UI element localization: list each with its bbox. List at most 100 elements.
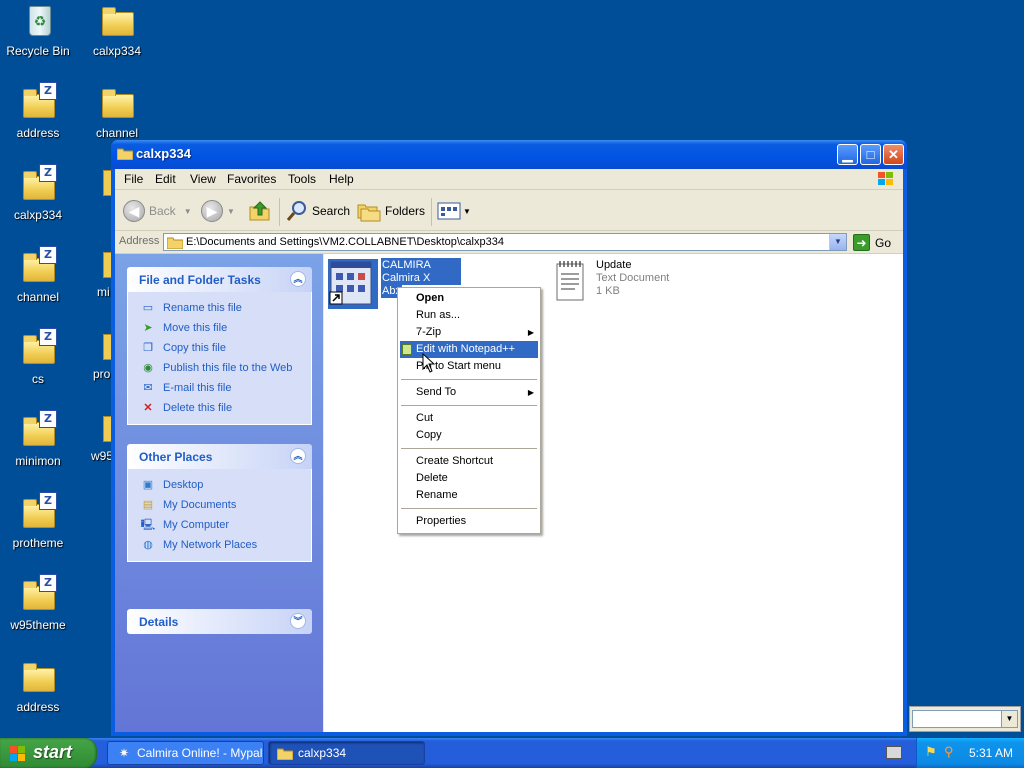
- copy-file-link[interactable]: ❐ Copy this file: [128, 338, 311, 358]
- copy-icon: ❐: [143, 342, 153, 354]
- menu-separator: [401, 448, 537, 449]
- menu-item-7zip[interactable]: 7-Zip ▶: [400, 324, 538, 341]
- text-document-icon: [556, 261, 584, 301]
- close-button[interactable]: ✕: [883, 144, 904, 165]
- views-button[interactable]: ▼: [437, 199, 471, 223]
- menu-item-copy[interactable]: Copy: [400, 427, 538, 444]
- menu-file[interactable]: File: [124, 172, 143, 186]
- taskbar-item-mypal[interactable]: ✷ Calmira Online! - Mypal: [107, 741, 264, 765]
- keyboard-language-icon[interactable]: [886, 746, 902, 759]
- desktop-partial-label: mi: [97, 285, 110, 299]
- menu-item-properties[interactable]: Properties: [400, 513, 538, 530]
- publish-web-icon: ◉: [143, 362, 153, 374]
- back-button[interactable]: ◀ Back ▼: [123, 199, 192, 223]
- minimize-button[interactable]: ▁: [837, 144, 858, 165]
- folders-icon: [357, 204, 381, 222]
- desktop-icon-calxp334-folder[interactable]: calxp334: [76, 4, 158, 58]
- desktop-icon-w95theme-zip[interactable]: Z w95theme: [0, 574, 79, 632]
- menu-item-rename[interactable]: Rename: [400, 487, 538, 504]
- up-folder-button[interactable]: [248, 199, 272, 223]
- desktop-icon-channel-folder[interactable]: channel: [76, 86, 158, 140]
- window-titlebar[interactable]: calxp334 ▁ □ ✕: [111, 140, 907, 169]
- menu-edit[interactable]: Edit: [155, 172, 176, 186]
- rename-file-link[interactable]: ▭ Rename this file: [128, 298, 311, 318]
- panel-header[interactable]: Details ︾: [127, 609, 312, 634]
- mouse-cursor-icon: [422, 353, 436, 373]
- desktop-icon-cs-zip[interactable]: Z cs: [0, 328, 79, 386]
- toolbar: ◀ Back ▼ ▶ ▼ Search Folders ▼: [115, 190, 903, 231]
- menu-item-create-shortcut[interactable]: Create Shortcut: [400, 453, 538, 470]
- window-title: calxp334: [136, 146, 191, 161]
- go-button[interactable]: ➜ Go: [853, 234, 891, 251]
- my-network-places-link[interactable]: ◍ My Network Places: [128, 535, 311, 555]
- forward-dropdown-icon[interactable]: ▼: [227, 207, 235, 216]
- back-dropdown-icon[interactable]: ▼: [184, 207, 192, 216]
- menu-item-open[interactable]: Open: [400, 290, 538, 307]
- desktop-icon-protheme-zip[interactable]: Z protheme: [0, 492, 79, 550]
- file-folder-tasks-panel: File and Folder Tasks ︽ ▭ Rename this fil…: [127, 267, 312, 425]
- panel-header[interactable]: File and Folder Tasks ︽: [127, 267, 312, 292]
- desktop-icon-calxp334-zip[interactable]: Z calxp334: [0, 164, 79, 222]
- folder-icon: [23, 663, 55, 692]
- menu-item-delete[interactable]: Delete: [400, 470, 538, 487]
- my-computer-icon: 🖳: [140, 519, 156, 531]
- address-input[interactable]: E:\Documents and Settings\VM2.COLLABNET\…: [163, 233, 847, 251]
- go-arrow-icon: ➜: [853, 234, 870, 251]
- views-dropdown-icon[interactable]: ▼: [463, 207, 471, 216]
- tray-search-icon[interactable]: ⚲: [944, 745, 958, 759]
- menu-item-cut[interactable]: Cut: [400, 410, 538, 427]
- folder-icon: [102, 7, 134, 36]
- clock[interactable]: 5:31 AM: [969, 746, 1013, 760]
- expand-icon[interactable]: ︾: [290, 613, 306, 629]
- task-pane: File and Folder Tasks ︽ ▭ Rename this fil…: [115, 254, 323, 732]
- delete-file-link[interactable]: ✕ Delete this file: [128, 398, 311, 418]
- views-icon: [437, 202, 461, 220]
- menu-favorites[interactable]: Favorites: [227, 172, 276, 186]
- panel-header[interactable]: Other Places ︽: [127, 444, 312, 469]
- menu-bar: File Edit View Favorites Tools Help: [115, 169, 903, 190]
- forward-button[interactable]: ▶ ▼: [201, 199, 235, 223]
- file-item-update[interactable]: Update Text Document 1 KB: [554, 259, 669, 305]
- my-computer-link[interactable]: 🖳 My Computer: [128, 515, 311, 535]
- desktop-partial-label: w95: [91, 449, 114, 463]
- email-file-link[interactable]: ✉ E-mail this file: [128, 378, 311, 398]
- collapse-icon[interactable]: ︽: [290, 271, 306, 287]
- address-dropdown-button[interactable]: ▼: [829, 234, 846, 250]
- system-tray: ⚑ ⚲ 5:31 AM: [916, 738, 1024, 768]
- desktop-icon-channel-zip[interactable]: Z channel: [0, 246, 79, 304]
- desktop-icon-address-folder[interactable]: address: [0, 660, 79, 714]
- desktop-icon-address-zip[interactable]: Z address: [0, 82, 79, 140]
- my-documents-link[interactable]: ▤ My Documents: [128, 495, 311, 515]
- tray-security-icon[interactable]: ⚑: [925, 745, 939, 759]
- menu-item-pin-start[interactable]: Pin to Start menu: [400, 358, 538, 375]
- menu-item-edit-notepadpp[interactable]: Edit with Notepad++: [400, 341, 538, 358]
- maximize-button[interactable]: □: [860, 144, 881, 165]
- start-button[interactable]: start: [0, 738, 97, 768]
- menu-item-send-to[interactable]: Send To ▶: [400, 384, 538, 401]
- menu-tools[interactable]: Tools: [288, 172, 316, 186]
- folder-icon: [117, 148, 133, 160]
- menu-item-run-as[interactable]: Run as...: [400, 307, 538, 324]
- menu-separator: [401, 379, 537, 380]
- chevron-down-icon[interactable]: ▼: [1001, 711, 1017, 727]
- publish-file-link[interactable]: ◉ Publish this file to the Web: [128, 358, 311, 378]
- minimize-icon: ▁: [842, 147, 853, 162]
- search-button[interactable]: Search: [285, 199, 350, 223]
- taskbar-item-calxp334[interactable]: calxp334: [268, 741, 425, 765]
- details-panel: Details ︾: [127, 609, 312, 634]
- desktop-icon-recycle-bin[interactable]: ♻ Recycle Bin: [0, 4, 79, 58]
- menu-help[interactable]: Help: [329, 172, 354, 186]
- background-combobox-field[interactable]: ▼: [912, 710, 1018, 728]
- folder-icon: [277, 748, 293, 760]
- collapse-icon[interactable]: ︽: [290, 448, 306, 464]
- menu-separator: [401, 508, 537, 509]
- menu-view[interactable]: View: [190, 172, 216, 186]
- desktop-link[interactable]: ▣ Desktop: [128, 475, 311, 495]
- desktop-icon-minimon-zip[interactable]: Z minimon: [0, 410, 79, 468]
- folder-icon: [102, 89, 134, 118]
- folders-button[interactable]: Folders: [357, 199, 425, 223]
- menu-separator: [401, 405, 537, 406]
- move-file-link[interactable]: ➤ Move this file: [128, 318, 311, 338]
- submenu-arrow-icon: ▶: [527, 328, 534, 337]
- my-documents-icon: ▤: [142, 499, 154, 511]
